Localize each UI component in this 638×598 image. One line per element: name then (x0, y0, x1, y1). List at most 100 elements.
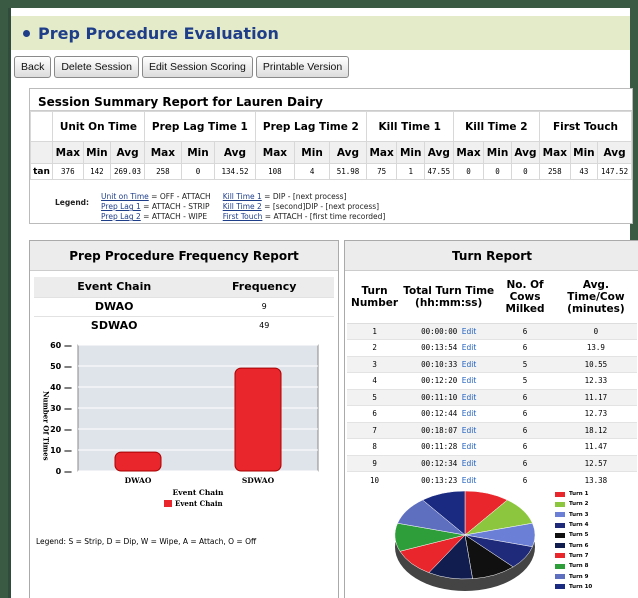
legend-term[interactable]: Prep Lag 1 (101, 202, 141, 211)
edit-link[interactable]: Edit (462, 360, 477, 369)
pie-legend-swatch (555, 563, 565, 569)
legend-term[interactable]: Prep Lag 2 (101, 212, 141, 221)
legend-term[interactable]: First Touch (223, 212, 263, 221)
turn-time-cell: 00:12:20 Edit (402, 372, 496, 389)
pie-legend-swatch (555, 512, 565, 518)
turn-time: 00:11:10 (421, 392, 458, 402)
y-tick-label: 60 — (50, 341, 72, 350)
summary-subheader: Max (365, 141, 398, 164)
summary-value-cell: 0 (180, 163, 216, 180)
x-tick-label: DWAO (125, 476, 152, 485)
cows-milked-cell: 5 (495, 355, 555, 373)
summary-value-cell: 4 (293, 163, 331, 180)
turn-number-cell: 1 (347, 322, 403, 340)
table-row: 9 00:12:34 Edit 6 12.57 (347, 454, 637, 472)
avg-time-cell: 11.47 (554, 438, 637, 455)
legend-term[interactable]: Kill Time 2 (223, 202, 262, 211)
frequency-panel: Prep Procedure Frequency Report Event Ch… (29, 240, 339, 598)
turn-time: 00:12:34 (421, 458, 458, 468)
y-tick-label: 40 — (50, 383, 72, 392)
summary-subheader: Min (396, 141, 425, 164)
edit-link[interactable]: Edit (462, 426, 477, 435)
legend-definition: = ATTACH - [first time recorded] (262, 212, 386, 221)
turn-time-cell: 00:12:44 Edit (402, 405, 496, 422)
cows-milked-cell: 6 (495, 339, 555, 356)
legend-column-2: Kill Time 1 = DIP - [next process] Kill T… (223, 192, 386, 222)
event-chain-cell: DWAO (34, 296, 195, 316)
summary-subheader: Max (452, 141, 485, 164)
summary-subheader: Min (180, 141, 216, 164)
edit-link[interactable]: Edit (462, 376, 477, 385)
y-tick-label: 10 — (50, 446, 72, 455)
summary-value-cell: 142 (82, 163, 112, 180)
table-row: DWAO 9 (34, 296, 334, 316)
turn-time-cell: 00:13:54 Edit (402, 339, 496, 356)
summary-table: Unit On Time Prep Lag Time 1 Prep Lag Ti… (30, 111, 632, 180)
summary-group-header: First Touch (539, 111, 632, 142)
legend-term[interactable]: Kill Time 1 (223, 192, 262, 201)
legend-column-1: Unit on Time = OFF - ATTACH Prep Lag 1 = … (101, 192, 211, 222)
summary-value-cell: 134.52 (214, 163, 256, 180)
summary-value-cell: 0 (510, 163, 541, 180)
pie-legend-label: Turn 6 (569, 542, 589, 549)
legend-entry: Prep Lag 2 = ATTACH - WIPE (101, 212, 211, 222)
summary-value-cell: 147.52 (597, 163, 632, 180)
table-row: 4 00:12:20 Edit 5 12.33 (347, 372, 637, 389)
edit-session-scoring-button[interactable]: Edit Session Scoring (141, 56, 253, 78)
turn-time-cell: 00:11:28 Edit (402, 438, 496, 455)
turn-number-cell: 6 (347, 405, 403, 422)
turn-time-cell: 00:12:34 Edit (402, 454, 496, 472)
x-tick-label: SDWAO (242, 476, 275, 485)
table-row: 7 00:18:07 Edit 6 18.12 (347, 421, 637, 439)
summary-subheader-row: Max Min Avg Max Min Avg Max Min Avg Max Min Avg Max M… (30, 141, 632, 164)
turn-time: 00:10:33 (421, 359, 458, 369)
edit-link[interactable]: Edit (462, 459, 477, 468)
legend-entry: Prep Lag 1 = ATTACH - STRIP (101, 202, 211, 212)
pie-legend-label: Turn 8 (569, 563, 589, 570)
edit-link[interactable]: Edit (462, 343, 477, 352)
table-row: 6 00:12:44 Edit 6 12.73 (347, 405, 637, 422)
summary-subheader: Avg (329, 141, 367, 164)
summary-value-cell: 269.03 (110, 163, 145, 180)
turn-time-cell: 00:00:00 Edit (402, 322, 496, 340)
pie-legend-item: Turn 10 (555, 582, 592, 592)
table-row: 8 00:11:28 Edit 6 11.47 (347, 438, 637, 455)
pie-chart (365, 483, 635, 598)
printable-version-button[interactable]: Printable Version (255, 56, 350, 78)
cows-milked-cell: 6 (495, 322, 555, 340)
edit-link[interactable]: Edit (462, 393, 477, 402)
pie-legend-label: Turn 1 (569, 491, 589, 498)
summary-subheader: Min (82, 141, 112, 164)
edit-link[interactable]: Edit (462, 327, 477, 336)
summary-legend: Legend: Unit on Time = OFF - ATTACH Prep … (55, 192, 385, 222)
legend-definition: = ATTACH - WIPE (140, 212, 208, 221)
legend-term[interactable]: Unit on Time (101, 192, 149, 201)
pie-legend-item: Turn 3 (555, 510, 592, 520)
summary-subheader: Avg (423, 141, 454, 164)
summary-value-cell: 0 (483, 163, 512, 180)
avg-time-cell: 13.9 (554, 339, 637, 356)
turn-number-cell: 7 (347, 421, 403, 439)
turn-header: Turn Number (347, 271, 403, 324)
delete-session-button[interactable]: Delete Session (54, 56, 139, 78)
pie-legend-swatch (555, 491, 565, 497)
x-axis-label: Event Chain (173, 488, 225, 497)
back-button[interactable]: Back (14, 56, 52, 78)
y-tick-label: 30 — (50, 404, 72, 413)
table-row: 1 00:00:00 Edit 6 0 (347, 322, 637, 340)
pie-legend-item: Turn 4 (555, 520, 592, 530)
summary-group-header: Unit On Time (52, 111, 145, 142)
bar-chart-svg: 0 — 10 — 20 — 30 — 40 — 50 — 60 — Number Of Tim… (42, 341, 319, 508)
summary-subheader: Avg (510, 141, 541, 164)
summary-group-header: Kill Time 2 (452, 111, 541, 142)
legend-entry: Unit on Time = OFF - ATTACH (101, 192, 211, 202)
cows-milked-cell: 6 (495, 454, 555, 472)
edit-link[interactable]: Edit (462, 409, 477, 418)
avg-time-cell: 12.73 (554, 405, 637, 422)
turn-time: 00:13:54 (421, 343, 458, 353)
edit-link[interactable]: Edit (462, 442, 477, 451)
table-row: 5 00:11:10 Edit 6 11.17 (347, 388, 637, 406)
toolbar: Back Delete Session Edit Session Scoring… (14, 56, 350, 78)
summary-value-cell: 51.98 (329, 163, 367, 180)
turn-time: 00:12:20 (421, 376, 458, 386)
